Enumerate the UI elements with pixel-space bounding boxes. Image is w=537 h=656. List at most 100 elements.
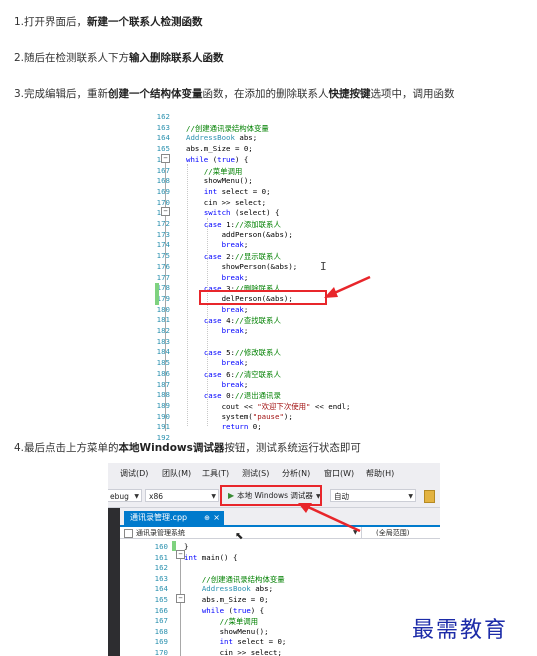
chevron-down-icon: ▼ [134,493,139,500]
menu-window[interactable]: 窗口(W) [324,468,354,479]
line-number: 164 [156,133,170,143]
code-token: abs; [250,584,274,594]
line-number: 167 [154,616,168,626]
code-token: int [184,552,198,562]
code-token: showPerson(&abs); [186,261,298,271]
code-line: break; [186,379,249,389]
code-token: ) { [250,605,265,615]
line-number: 165 [154,595,168,604]
configuration-dropdown[interactable]: ebug ▼ [108,489,142,502]
code-token: 4: [221,316,235,326]
step-3-text: 3.完成编辑后，重新创建一个结构体变量函数，在添加的删除联系人快捷按键选项中，调… [14,87,455,101]
document-tab-bar: 通讯录管理.cpp ⊕ × [120,508,440,525]
collapse-while-icon: − [161,154,170,163]
indent-guide [187,164,188,426]
code-token: abs; [234,133,258,143]
code-line: case 1://添加联系人 [186,219,281,230]
step-1-bold: 新建一个联系人检测函数 [87,16,203,28]
code-token: addPerson(&abs); [186,229,293,239]
code-token: //添加联系人 [234,220,281,229]
code-line: //菜单调用 [184,616,258,627]
code-token: int [203,186,218,196]
code-token: //创建通讯录结构体变量 [201,574,285,584]
chevron-down-icon: ▼ [211,493,216,500]
delperson-highlight-box [199,290,327,305]
collapse-switch-icon: − [161,207,170,216]
code-token: main() { [197,552,238,562]
code-line: case 0://退出通讯录 [186,390,281,401]
code-token: //退出通讯录 [234,391,281,401]
step-4-post: 按钮，测试系统运行状态即可 [224,442,361,454]
code-line: int select = 0; [186,187,271,196]
changed-lines-marker [155,283,159,305]
code-line: cin >> select; [186,198,266,207]
code-line: cout << "欢迎下次使用" << endl; [186,401,351,412]
code-line: showPerson(&abs); [186,261,298,271]
menu-bar: 调试(D) 团队(M) 工具(T) 测试(S) 分析(N) 窗口(W) 帮助(H… [108,463,440,485]
step-2-pre: 2.随后在检测联系人下方 [14,52,130,64]
code-token: switch [203,208,231,218]
step-1-text: 1.打开界面后，新建一个联系人检测函数 [14,15,203,29]
menu-analyze[interactable]: 分析(N) [282,468,310,479]
code-line: break; [186,326,249,335]
code-token: 5: [221,348,235,358]
line-number: 162 [154,563,168,573]
scope-dropdown-value[interactable]: 通讯录管理系统 [136,528,185,539]
code-token: ; [243,272,249,282]
tab-document[interactable]: 通讯录管理.cpp ⊕ × [124,511,224,525]
code-token: (select) { [230,208,280,218]
code-line: case 5://修改联系人 [186,347,281,358]
menu-help[interactable]: 帮助(H) [366,468,394,479]
step-2-text: 2.随后在检测联系人下方输入删除联系人函数 [14,51,224,65]
text-cursor-icon: Ι [320,260,327,273]
code-token: "pause" [252,411,284,421]
code-editor[interactable]: − − 160} 161 int main() {162 163 //创建通讯录结构体… [120,539,440,656]
code-token: break [221,379,244,389]
code-line: int select = 0; [184,637,287,647]
code-token: } [184,542,189,551]
menu-debug[interactable]: 调试(D) [120,468,148,479]
code-token: select = 0; [232,637,287,647]
code-line: cin >> select; [184,648,282,656]
code-token: true [217,154,235,164]
code-line: while (true) { [184,606,264,615]
code-token: select = 0; [217,186,271,196]
code-token: abs.m_Size = 0; [184,595,269,604]
ide-screenshot: 调试(D) 团队(M) 工具(T) 测试(S) 分析(N) 窗口(W) 帮助(H… [108,463,440,656]
configuration-value: ebug [110,492,129,501]
mouse-pointer-icon: ⬉ [235,531,244,542]
menu-test[interactable]: 测试(S) [242,468,269,479]
code-token: ( [208,154,218,164]
fold-guide-line [180,553,181,656]
folder-icon[interactable] [424,490,435,503]
code-line: case 4://查找联系人 [186,315,281,326]
code-token: ; [243,358,249,368]
code-line: int main() { [184,553,237,562]
project-icon [124,529,133,538]
tab-label: 通讯录管理.cpp [130,513,188,522]
global-scope-dropdown-value[interactable]: (全局范围) [376,528,409,539]
run-mode-value: 自动 [334,492,349,501]
code-line: system("pause"); [186,412,293,421]
step-3-post: 函数，在添加的删除联系人 [202,88,329,100]
menu-tools[interactable]: 工具(T) [202,468,229,479]
line-number: 166 [154,605,168,615]
code-line: break; [186,305,249,314]
pin-icon[interactable]: ⊕ [204,511,210,525]
code-line: break; [186,272,249,282]
code-token: ; [243,240,249,250]
close-icon[interactable]: × [213,511,220,525]
menu-team[interactable]: 团队(M) [162,468,191,479]
code-token: 1: [221,220,235,229]
platform-dropdown[interactable]: x86 ▼ [145,489,219,502]
code-token: 0; [248,422,262,432]
